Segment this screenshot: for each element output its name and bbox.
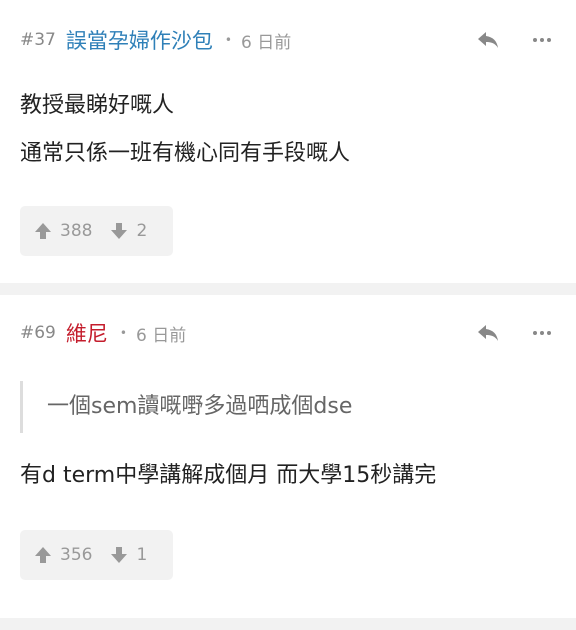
downvote-button[interactable]: 1 xyxy=(110,545,147,565)
username-link[interactable]: 維尼 xyxy=(66,318,108,348)
arrow-up-icon xyxy=(35,223,51,239)
reply-icon[interactable] xyxy=(474,26,502,54)
downvote-button[interactable]: 2 xyxy=(110,221,147,241)
post-body: 有d term中學講解成個月 而大學15秒講完 xyxy=(20,452,556,500)
post-actions xyxy=(474,315,556,351)
post-line: 有d term中學講解成個月 而大學15秒講完 xyxy=(20,463,437,488)
post-separator xyxy=(0,618,576,630)
post-69: #69 維尼 • 6 日前 一個sem讀嘅嘢多過哂成個dse 有d term中學… xyxy=(0,295,576,618)
vote-bar: 388 2 xyxy=(20,206,173,256)
username-link[interactable]: 誤當孕婦作沙包 xyxy=(66,25,213,55)
arrow-up-icon xyxy=(35,547,51,563)
post-separator xyxy=(0,283,576,295)
vote-bar: 356 1 xyxy=(20,530,173,580)
floor-number: #37 xyxy=(20,30,56,50)
arrow-down-icon xyxy=(111,223,128,239)
post-line: 教授最睇好嘅人 xyxy=(20,93,175,118)
upvote-count: 388 xyxy=(60,221,93,241)
reply-icon[interactable] xyxy=(474,319,502,347)
post-time: 6 日前 xyxy=(240,32,292,53)
post-header: #69 維尼 • 6 日前 xyxy=(20,315,556,351)
quoted-text: 一個sem讀嘅嘢多過哂成個dse xyxy=(20,381,556,433)
arrow-down-icon xyxy=(111,547,128,563)
post-actions xyxy=(474,22,556,58)
post-line: 通常只係一班有機心同有手段嘅人 xyxy=(20,141,351,166)
post-body: 教授最睇好嘅人 通常只係一班有機心同有手段嘅人 xyxy=(20,82,556,178)
more-icon[interactable] xyxy=(528,319,556,347)
upvote-count: 356 xyxy=(60,545,93,565)
post-header: #37 誤當孕婦作沙包 • 6 日前 xyxy=(20,22,556,58)
post-37: #37 誤當孕婦作沙包 • 6 日前 教授最睇好嘅人 通常只係一班有機心同有手段… xyxy=(0,0,576,283)
downvote-count: 1 xyxy=(136,545,148,565)
separator-dot: • xyxy=(224,33,232,47)
upvote-button[interactable]: 356 xyxy=(34,545,92,565)
floor-number: #69 xyxy=(20,323,56,343)
separator-dot: • xyxy=(119,326,127,340)
downvote-count: 2 xyxy=(136,221,148,241)
upvote-button[interactable]: 388 xyxy=(34,221,92,241)
post-time: 6 日前 xyxy=(135,325,187,346)
more-icon[interactable] xyxy=(528,26,556,54)
